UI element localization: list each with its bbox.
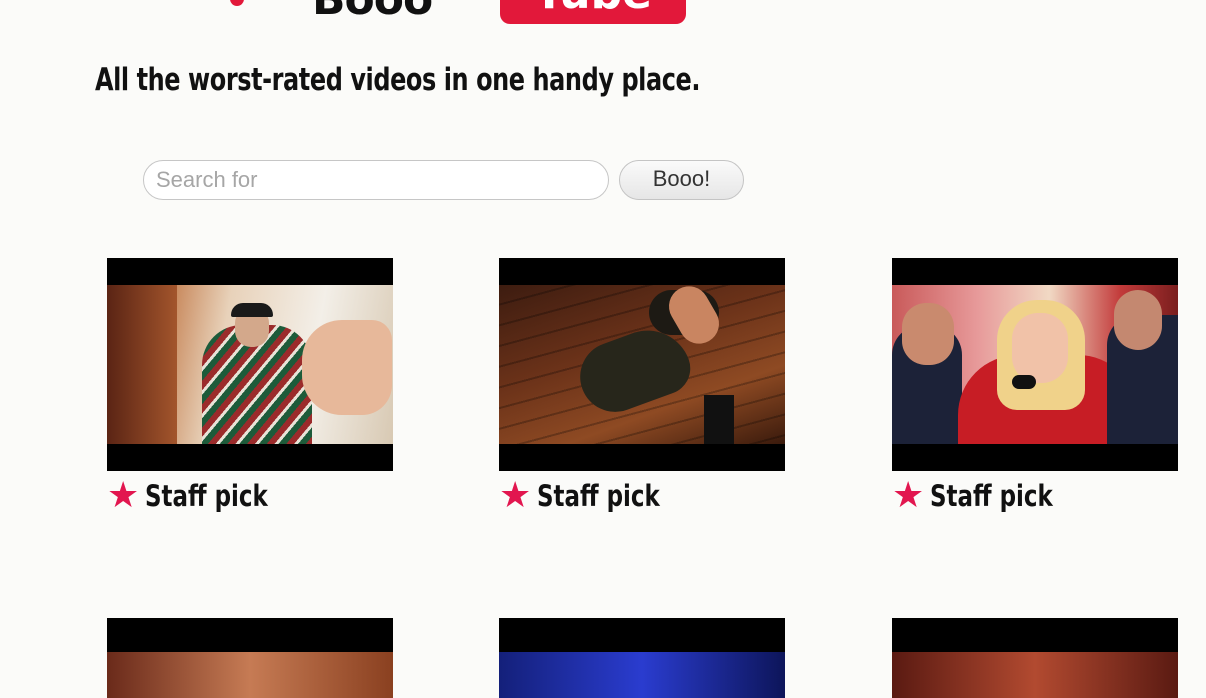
tagline: All the worst-rated videos in one handy … <box>95 62 701 98</box>
video-frame <box>892 285 1178 444</box>
video-card[interactable]: ★ Staff pick <box>499 258 785 514</box>
video-card[interactable] <box>107 618 393 698</box>
video-thumbnail[interactable] <box>892 618 1178 698</box>
star-icon: ★ <box>892 475 925 516</box>
video-card[interactable] <box>499 618 785 698</box>
search-button[interactable]: Booo! <box>619 160 744 200</box>
video-frame <box>892 652 1178 698</box>
video-thumbnail[interactable] <box>499 258 785 471</box>
video-thumbnail[interactable] <box>892 258 1178 471</box>
logo-right-badge: Tube <box>500 0 686 24</box>
logo-left-text: Booo <box>312 0 433 22</box>
video-frame <box>107 652 393 698</box>
staff-pick-badge: ★ Staff pick <box>107 478 285 514</box>
staff-pick-label: Staff pick <box>930 479 1054 513</box>
staff-pick-badge: ★ Staff pick <box>499 478 677 514</box>
video-card[interactable]: ★ Staff pick <box>107 258 393 514</box>
video-frame <box>107 285 393 444</box>
logo-mark-icon <box>230 0 244 6</box>
video-thumbnail[interactable] <box>107 618 393 698</box>
video-thumbnail[interactable] <box>499 618 785 698</box>
video-card[interactable] <box>892 618 1178 698</box>
star-icon: ★ <box>499 475 532 516</box>
video-frame <box>499 279 785 444</box>
video-card[interactable]: ★ Staff pick <box>892 258 1178 514</box>
staff-pick-badge: ★ Staff pick <box>892 478 1070 514</box>
video-thumbnail[interactable] <box>107 258 393 471</box>
search-input[interactable] <box>143 160 609 200</box>
video-frame <box>499 652 785 698</box>
staff-pick-label: Staff pick <box>145 479 269 513</box>
star-icon: ★ <box>107 475 140 516</box>
staff-pick-label: Staff pick <box>537 479 661 513</box>
